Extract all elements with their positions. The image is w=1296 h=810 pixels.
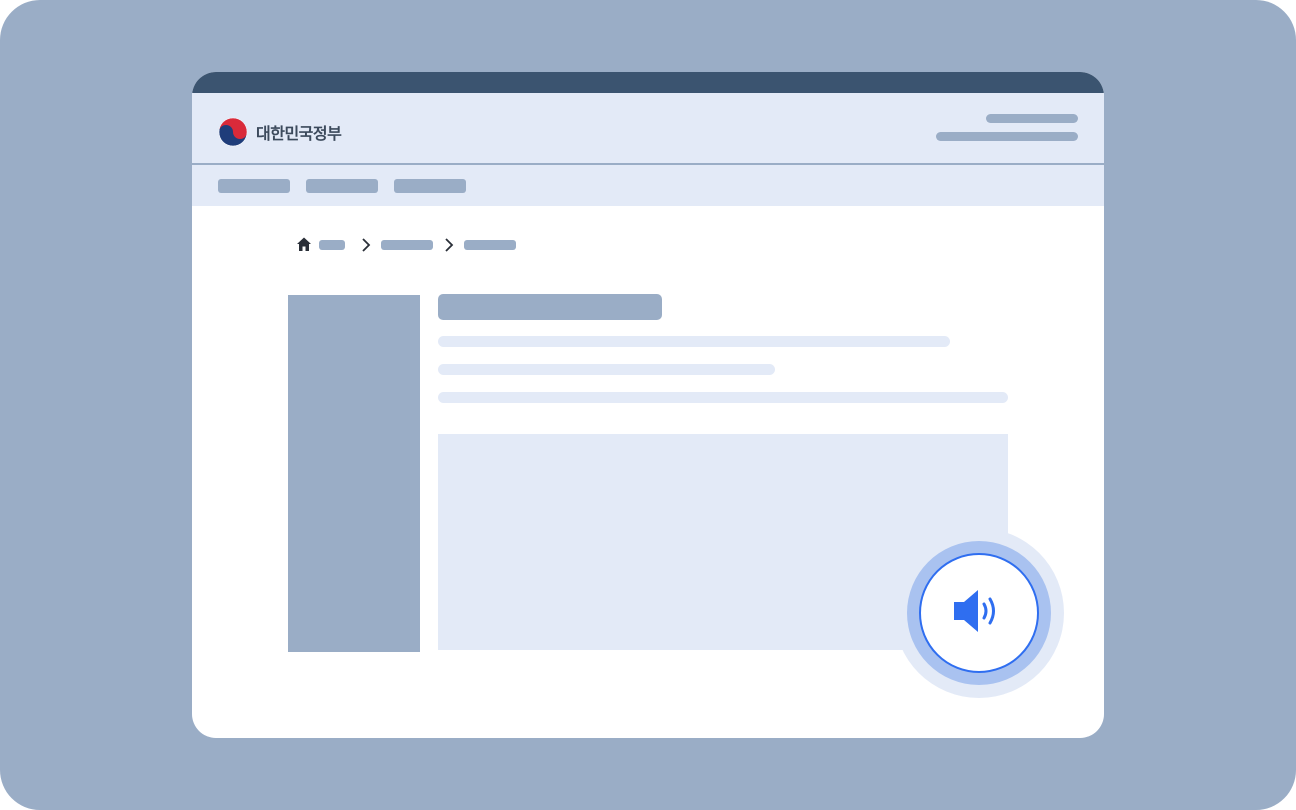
chevron-right-icon: [360, 237, 372, 258]
nav-item-placeholder[interactable]: [394, 179, 466, 193]
background: 대한민국정부: [0, 0, 1296, 810]
text-line-placeholder: [438, 364, 775, 375]
site-logo[interactable]: 대한민국정부: [218, 117, 342, 147]
text-line-placeholder: [438, 336, 950, 347]
site-header: 대한민국정부: [192, 93, 1104, 165]
main-navigation: [192, 165, 1104, 206]
speaker-icon: [952, 587, 1006, 640]
breadcrumb-item-placeholder[interactable]: [464, 240, 516, 250]
taegeuk-emblem-icon: [218, 117, 248, 147]
breadcrumb-home-placeholder[interactable]: [319, 240, 345, 250]
chevron-right-icon: [443, 237, 455, 258]
window-titlebar: [192, 72, 1104, 93]
page-title-placeholder: [438, 294, 662, 320]
side-menu-placeholder: [288, 295, 420, 652]
text-line-placeholder: [438, 392, 1008, 403]
nav-item-placeholder[interactable]: [306, 179, 378, 193]
breadcrumb-item-placeholder[interactable]: [381, 240, 433, 250]
audio-read-aloud-button[interactable]: [919, 553, 1039, 673]
logo-text: 대한민국정부: [256, 126, 342, 143]
utility-link-placeholder[interactable]: [936, 132, 1078, 141]
home-icon[interactable]: [296, 236, 312, 257]
nav-item-placeholder[interactable]: [218, 179, 290, 193]
utility-link-placeholder[interactable]: [986, 114, 1078, 123]
